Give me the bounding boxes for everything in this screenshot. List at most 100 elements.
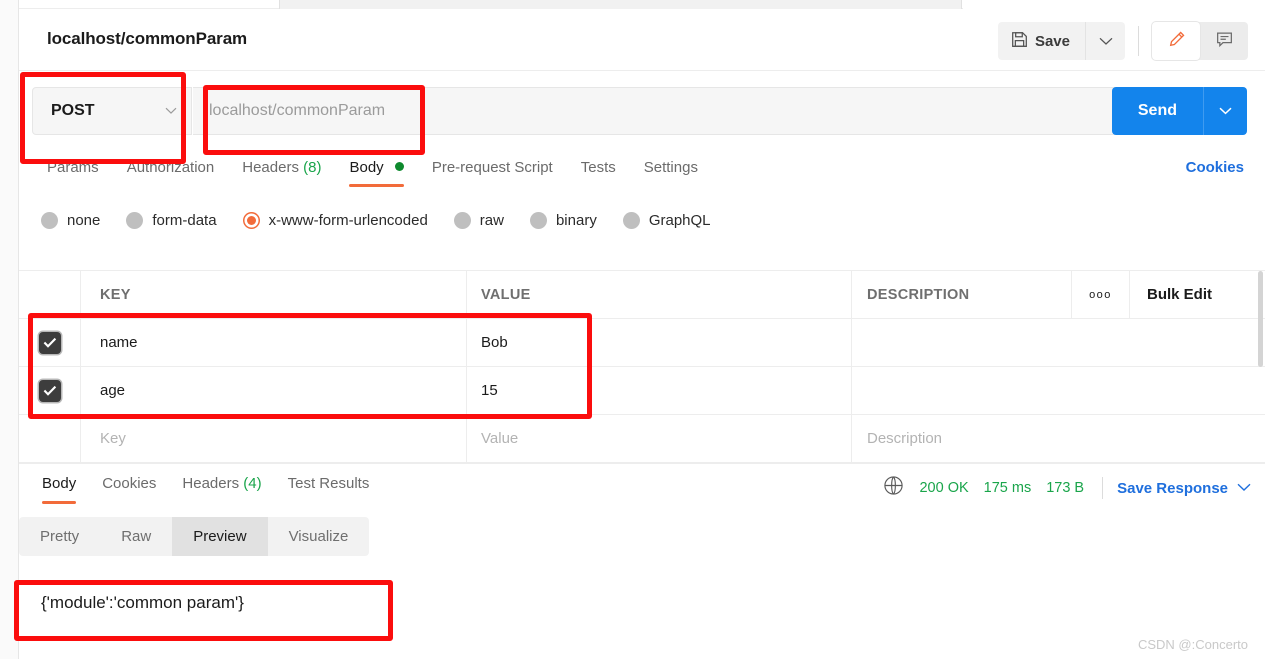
response-tab-headers[interactable]: Headers (4) bbox=[169, 464, 274, 504]
tab-label: Authorization bbox=[126, 159, 215, 176]
table-row[interactable]: name Bob bbox=[19, 319, 1265, 367]
radio-label: none bbox=[67, 211, 101, 229]
tab-label: Cookies bbox=[102, 475, 157, 492]
row-key: age bbox=[100, 382, 126, 399]
response-meta: 200 OK 175 ms 173 B Save Response bbox=[883, 475, 1251, 501]
send-button-group: Send bbox=[1111, 87, 1247, 135]
radio-option-form-data[interactable]: form-data bbox=[126, 211, 217, 229]
more-options-icon[interactable]: ooo bbox=[1072, 271, 1130, 318]
send-button[interactable]: Send bbox=[1112, 87, 1203, 135]
save-button[interactable]: Save bbox=[997, 22, 1085, 60]
toolbar-divider bbox=[1138, 26, 1139, 56]
send-dropdown-button[interactable] bbox=[1203, 87, 1247, 135]
response-body-panel: {'module':'common param'} CSDN @:Concert… bbox=[19, 574, 1265, 659]
tab-authorization[interactable]: Authorization bbox=[113, 150, 229, 187]
globe-icon bbox=[883, 475, 904, 501]
table-scrollbar[interactable] bbox=[1258, 271, 1263, 367]
edit-button[interactable] bbox=[1152, 22, 1200, 60]
row-value: 15 bbox=[481, 382, 498, 399]
bulk-edit-button[interactable]: Bulk Edit bbox=[1130, 271, 1265, 318]
comment-button[interactable] bbox=[1200, 22, 1248, 60]
placeholder-check-cell bbox=[19, 415, 81, 462]
response-tab-cookies[interactable]: Cookies bbox=[89, 464, 169, 504]
radio-label: x-www-form-urlencoded bbox=[268, 211, 428, 229]
tab-label: Headers bbox=[242, 159, 299, 176]
save-response-button[interactable]: Save Response bbox=[1117, 480, 1228, 497]
radio-label: GraphQL bbox=[648, 211, 711, 229]
radio-label: form-data bbox=[152, 211, 217, 229]
radio-icon bbox=[529, 211, 547, 229]
row-key: name bbox=[100, 334, 138, 351]
radio-icon-selected bbox=[242, 211, 260, 229]
chevron-down-icon[interactable] bbox=[1237, 479, 1251, 497]
radio-option-binary[interactable]: binary bbox=[529, 211, 597, 229]
radio-label: raw bbox=[479, 211, 504, 229]
tab-label: Settings bbox=[643, 159, 698, 176]
meta-divider bbox=[1102, 477, 1104, 499]
view-mode-pretty[interactable]: Pretty bbox=[19, 517, 100, 556]
chevron-down-icon bbox=[165, 102, 177, 120]
method-label: POST bbox=[51, 102, 95, 119]
row-checkbox[interactable] bbox=[38, 379, 61, 402]
radio-option-graphql[interactable]: GraphQL bbox=[622, 211, 711, 229]
radio-icon bbox=[453, 211, 471, 229]
tab-params[interactable]: Params bbox=[33, 150, 113, 187]
tab-tests[interactable]: Tests bbox=[567, 150, 630, 187]
url-input[interactable]: localhost/commonParam bbox=[193, 87, 1117, 135]
response-size: 173 B bbox=[1046, 480, 1085, 496]
radio-option-raw[interactable]: raw bbox=[453, 211, 504, 229]
response-view-modes: Pretty Raw Preview Visualize bbox=[19, 517, 370, 556]
radio-option-x-www-form-urlencoded[interactable]: x-www-form-urlencoded bbox=[242, 211, 428, 229]
watermark: CSDN @:Concerto bbox=[1137, 637, 1248, 652]
header-key: KEY bbox=[100, 286, 131, 303]
request-tabs: Params Authorization Headers (8) Body Pr… bbox=[19, 150, 1265, 192]
header-check-cell bbox=[19, 271, 81, 318]
page-title: localhost/commonParam bbox=[47, 29, 248, 48]
save-dropdown-button[interactable] bbox=[1085, 22, 1125, 60]
window-tabstrip bbox=[19, 0, 1265, 9]
tab-headers[interactable]: Headers (8) bbox=[228, 150, 335, 187]
chevron-down-icon bbox=[1099, 34, 1113, 49]
tabstrip-tab-b[interactable] bbox=[963, 0, 1265, 9]
radio-option-none[interactable]: none bbox=[41, 211, 101, 229]
table-placeholder-row[interactable]: Key Value Description bbox=[19, 415, 1265, 463]
response-tab-test-results[interactable]: Test Results bbox=[275, 464, 383, 504]
table-row[interactable]: age 15 bbox=[19, 367, 1265, 415]
header-description: DESCRIPTION bbox=[867, 286, 970, 303]
tab-body[interactable]: Body bbox=[335, 150, 417, 187]
view-mode-preview[interactable]: Preview bbox=[172, 517, 268, 556]
cookies-link[interactable]: Cookies bbox=[1186, 159, 1244, 176]
row-checkbox[interactable] bbox=[38, 331, 61, 354]
tab-count: (4) bbox=[243, 475, 262, 492]
method-selector[interactable]: POST bbox=[32, 87, 192, 135]
postman-window: localhost/commonParam Save POST localhos… bbox=[0, 0, 1265, 659]
tab-label: Test Results bbox=[287, 475, 370, 492]
titlebar-actions: Save bbox=[997, 22, 1248, 60]
view-mode-visualize[interactable]: Visualize bbox=[268, 517, 370, 556]
tab-label: Body bbox=[42, 475, 77, 492]
body-active-dot-icon bbox=[394, 162, 404, 171]
tab-label: Headers bbox=[182, 475, 240, 492]
tab-label: Tests bbox=[580, 159, 616, 176]
save-button-label: Save bbox=[1034, 32, 1070, 50]
tab-pre-request-script[interactable]: Pre-request Script bbox=[418, 150, 567, 187]
tab-label: Params bbox=[47, 159, 99, 176]
row-value: Bob bbox=[481, 334, 508, 351]
url-input-value: localhost/commonParam bbox=[209, 102, 386, 119]
table-header-row: KEY VALUE DESCRIPTION ooo Bulk Edit bbox=[19, 271, 1265, 319]
radio-icon bbox=[126, 211, 144, 229]
response-tab-body[interactable]: Body bbox=[29, 464, 89, 504]
tab-count: (8) bbox=[303, 159, 322, 176]
response-body-text: {'module':'common param'} bbox=[41, 593, 244, 612]
pencil-icon bbox=[1167, 30, 1186, 52]
radio-icon bbox=[41, 211, 58, 229]
tabstrip-tab-a[interactable] bbox=[279, 0, 962, 9]
placeholder-key: Key bbox=[100, 430, 126, 447]
response-time: 175 ms bbox=[983, 480, 1032, 496]
url-bar: POST localhost/commonParam Send bbox=[19, 71, 1265, 150]
request-titlebar: localhost/commonParam Save bbox=[19, 9, 1265, 71]
response-tabs: Body Cookies Headers (4) Test Results 20… bbox=[19, 463, 1265, 510]
status-code: 200 OK bbox=[919, 480, 969, 496]
view-mode-raw[interactable]: Raw bbox=[100, 517, 172, 556]
tab-settings[interactable]: Settings bbox=[630, 150, 712, 187]
